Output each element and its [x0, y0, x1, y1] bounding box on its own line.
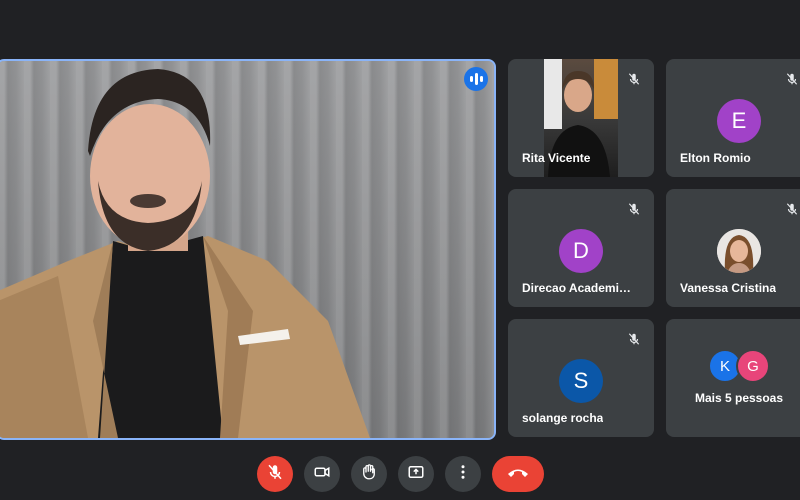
- audio-wave-icon: [464, 67, 488, 91]
- participant-name: Direcao Academi…: [522, 281, 631, 295]
- participant-tile-direcao[interactable]: D Direcao Academi…: [508, 189, 654, 307]
- mic-off-icon: [624, 69, 644, 89]
- participant-name: Rita Vicente: [522, 151, 591, 165]
- raise-hand-button[interactable]: [350, 456, 387, 492]
- present-icon: [407, 463, 425, 486]
- hand-icon: [360, 463, 378, 486]
- mic-off-icon: [624, 199, 644, 219]
- more-participants-tile[interactable]: K G Mais 5 pessoas: [666, 319, 800, 437]
- camera-toggle-button[interactable]: [303, 456, 340, 492]
- call-controls: [0, 455, 800, 493]
- microphone-toggle-button[interactable]: [256, 456, 293, 492]
- participant-name: Vanessa Cristina: [680, 281, 777, 295]
- speaker-video: [0, 69, 370, 438]
- more-participants-label: Mais 5 pessoas: [694, 391, 784, 405]
- more-options-button[interactable]: [444, 456, 481, 492]
- more-avatars: K G: [708, 349, 770, 383]
- avatar: S: [559, 359, 603, 403]
- participant-name: solange rocha: [522, 411, 604, 425]
- mic-off-icon: [624, 329, 644, 349]
- phone-hangup-icon: [506, 465, 530, 484]
- participant-tile-rita[interactable]: Rita Vicente: [508, 59, 654, 177]
- avatar-photo: [717, 229, 761, 273]
- camera-icon: [313, 463, 331, 486]
- participant-tile-vanessa[interactable]: Vanessa Cristina: [666, 189, 800, 307]
- more-vert-icon: [454, 463, 472, 486]
- mic-off-icon: [782, 199, 800, 219]
- avatar: D: [559, 229, 603, 273]
- participant-tile-solange[interactable]: S solange rocha: [508, 319, 654, 437]
- participant-tile-elton[interactable]: E Elton Romio: [666, 59, 800, 177]
- leave-call-button[interactable]: [491, 456, 544, 492]
- avatar: E: [717, 99, 761, 143]
- main-speaker-tile[interactable]: [0, 59, 496, 440]
- avatar: G: [736, 349, 770, 383]
- mic-off-icon: [266, 463, 284, 486]
- participant-name: Elton Romio: [680, 151, 751, 165]
- present-screen-button[interactable]: [397, 456, 434, 492]
- mic-off-icon: [782, 69, 800, 89]
